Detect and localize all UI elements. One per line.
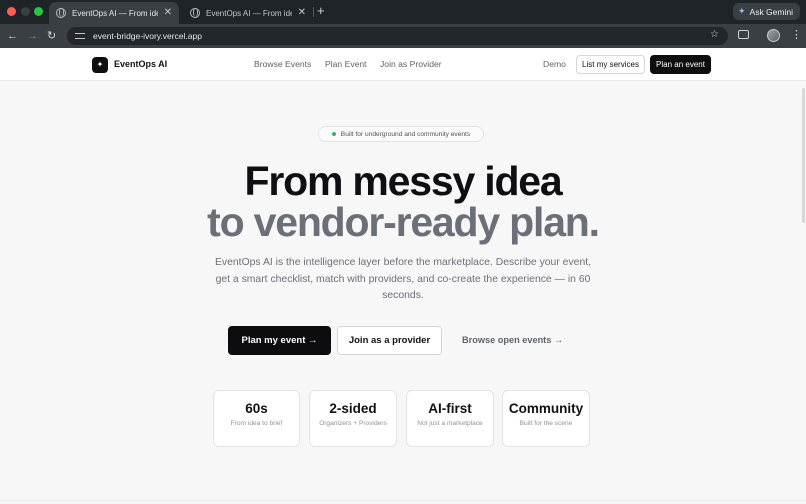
browser-toolbar: ← → ↻ event-bridge-ivory.vercel.app ☆ ⋮ (0, 24, 806, 48)
close-tab-icon[interactable]: ✕ (164, 8, 172, 18)
site-header: ✦ EventOps AI Browse Events Plan Event J… (0, 48, 806, 81)
profile-avatar[interactable] (767, 29, 780, 42)
demo-link[interactable]: Demo (543, 59, 566, 69)
tab-title: EventOps AI — From idea to v (206, 8, 292, 18)
plan-an-event-button[interactable]: Plan an event (650, 55, 711, 74)
community-badge: Built for underground and community even… (318, 126, 484, 142)
nav-browse-events[interactable]: Browse Events (254, 59, 311, 69)
ask-gemini-label: Ask Gemini (749, 6, 793, 17)
plan-my-event-button[interactable]: Plan my event → (228, 326, 331, 355)
site-settings-icon[interactable] (75, 32, 85, 40)
address-bar[interactable]: event-bridge-ivory.vercel.app ☆ (67, 27, 728, 45)
gemini-sparkle-icon: ✦ (737, 6, 746, 16)
close-window-button[interactable] (7, 7, 16, 16)
stat-card: Community Built for the scene (502, 390, 590, 447)
bookmark-star-icon[interactable]: ☆ (710, 29, 719, 40)
cast-icon[interactable] (738, 30, 749, 39)
new-tab-button[interactable]: + (317, 4, 325, 18)
browse-open-events-link[interactable]: Browse open events → (462, 335, 563, 345)
maximize-window-button[interactable] (34, 7, 43, 16)
globe-icon (56, 8, 66, 18)
hero-title-line-1: From messy idea (244, 158, 563, 204)
stat-label: From idea to brief (230, 420, 283, 427)
stat-label: Organizers + Providers (319, 420, 387, 427)
close-tab-icon[interactable]: ✕ (298, 8, 306, 18)
stat-value: AI-first (428, 401, 472, 416)
browser-tab-bar: EventOps AI — From idea to v ✕ EventOps … (0, 0, 806, 24)
hero-title-line-2: to vendor-ready plan. (207, 199, 600, 245)
browser-tab[interactable]: EventOps AI — From idea to v ✕ (183, 2, 313, 24)
reload-icon[interactable]: ↻ (47, 28, 56, 44)
logo-icon[interactable]: ✦ (92, 57, 108, 73)
stat-value: Community (508, 401, 584, 416)
list-services-button[interactable]: List my services (576, 55, 645, 74)
join-as-provider-button[interactable]: Join as a provider (337, 326, 442, 355)
stat-card: AI-first Not just a marketplace (406, 390, 494, 447)
hero-subtitle: EventOps AI is the intelligence layer be… (215, 257, 591, 302)
nav-plan-event[interactable]: Plan Event (325, 59, 367, 69)
stat-card: 2-sided Organizers + Providers (309, 390, 397, 447)
tab-title: EventOps AI — From idea to v (72, 8, 158, 18)
menu-kebab-icon[interactable]: ⋮ (791, 28, 802, 42)
status-dot (331, 132, 336, 136)
nav-join-as-provider[interactable]: Join as Provider (380, 59, 442, 69)
badge-text: Built for underground and community even… (340, 130, 471, 138)
ask-gemini-button[interactable]: ✦ Ask Gemini (732, 3, 800, 20)
stat-label: Built for the scene (519, 420, 573, 427)
minimize-window-button[interactable] (21, 7, 30, 16)
stat-value: 60s (245, 401, 268, 416)
page-scrollbar[interactable] (802, 88, 805, 223)
url-text[interactable]: event-bridge-ivory.vercel.app (93, 31, 202, 41)
stat-card: 60s From idea to brief (213, 390, 300, 447)
forward-arrow-icon[interactable]: → (27, 28, 38, 44)
globe-icon (190, 8, 200, 18)
section-divider (0, 500, 806, 501)
browser-tab-active[interactable]: EventOps AI — From idea to v ✕ (49, 2, 179, 24)
brand-name[interactable]: EventOps AI (114, 59, 167, 69)
stat-value: 2-sided (329, 401, 377, 416)
stat-label: Not just a marketplace (417, 420, 483, 427)
tab-divider (313, 7, 314, 17)
back-arrow-icon[interactable]: ← (7, 28, 18, 44)
